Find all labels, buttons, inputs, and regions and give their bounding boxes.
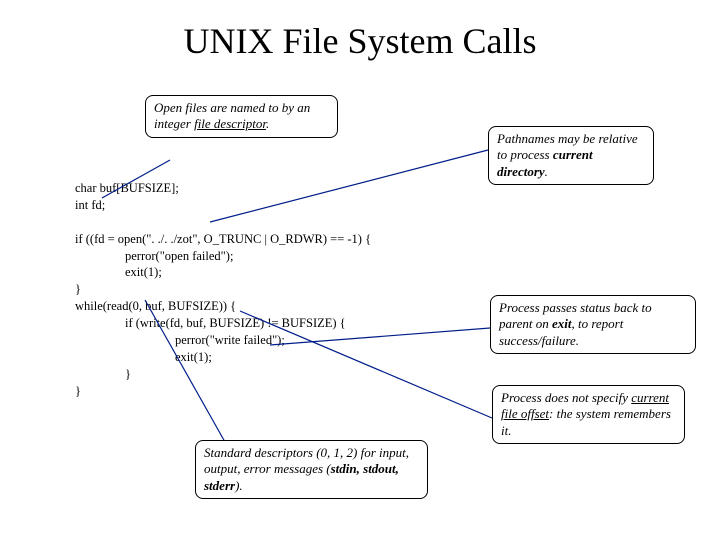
page-title: UNIX File System Calls: [0, 20, 720, 62]
callout-text: .: [545, 164, 548, 179]
callout-file-offset: Process does not specify current file of…: [492, 385, 685, 444]
callout-standard-descriptors: Standard descriptors (0, 1, 2) for input…: [195, 440, 428, 499]
callout-key: exit: [552, 316, 572, 331]
callout-text: ).: [235, 478, 243, 493]
callout-current-directory: Pathnames may be relative to process cur…: [488, 126, 654, 185]
callout-file-descriptor: Open files are named to by an integer fi…: [145, 95, 338, 138]
callout-exit: Process passes status back to parent on …: [490, 295, 696, 354]
callout-text: .: [266, 116, 269, 131]
code-block: char buf[BUFSIZE]; int fd; if ((fd = ope…: [75, 180, 495, 399]
callout-text: Process does not specify: [501, 390, 631, 405]
callout-key: file descriptor: [194, 116, 266, 131]
